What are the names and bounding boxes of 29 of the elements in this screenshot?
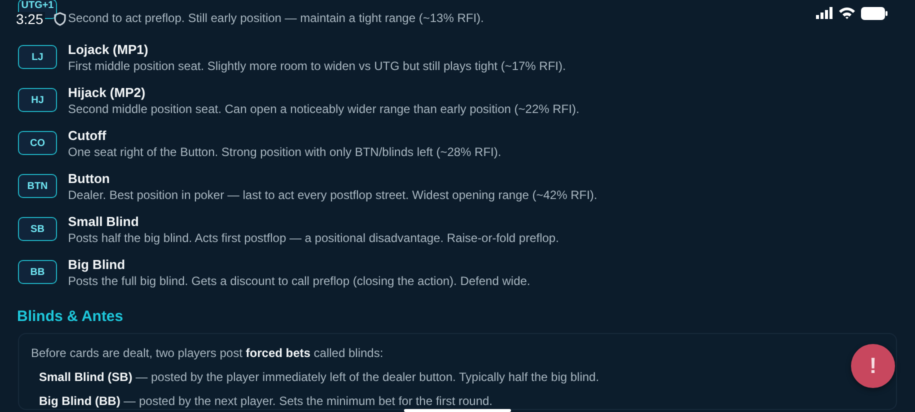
status-time: 3:25	[14, 12, 46, 26]
position-badge: CO	[18, 131, 57, 155]
section-heading: Blinds & Antes	[17, 307, 124, 327]
position-title: Lojack (MP1)	[68, 42, 150, 58]
blind-description: Big Blind (BB) — posted by the next player. Sets the minimum bet for the first round.	[38, 394, 494, 409]
position-badge: BTN	[18, 174, 57, 198]
position-description: Dealer. Best position in poker — last to act every postflop street. Widest opening range (~42% RFI).	[68, 188, 598, 203]
wifi-icon	[839, 7, 855, 19]
position-description: Second to act preflop. Still early position — maintain a tight range (~13% RFI).	[68, 11, 484, 26]
position-description: One seat right of the Button. Strong position with only BTN/blinds left (~28% RFI).	[68, 145, 502, 160]
position-description: Second middle position seat. Can open a noticeably wider range than early position (~22% RFI).	[68, 102, 580, 117]
position-badge: HJ	[18, 88, 57, 112]
blind-description: Small Blind (SB) — posted by the player immediately left of the dealer button. Typically half the big blind.	[38, 370, 600, 385]
position-title: Hijack (MP2)	[68, 85, 146, 101]
position-title: Cutoff	[68, 128, 108, 144]
position-title: Button	[68, 171, 111, 187]
shield-icon	[54, 12, 66, 26]
position-description: Posts the full big blind. Gets a discount to call preflop (closing the action). Defend wide.	[68, 274, 530, 289]
intro-text: Before cards are dealt, two players post forced bets called blinds:	[31, 346, 384, 361]
position-badge: LJ	[18, 45, 57, 69]
position-description: Posts half the big blind. Acts first postflop — a positional disadvantage. Raise-or-fold preflop.	[68, 231, 559, 246]
position-badge: SB	[18, 217, 57, 241]
position-badge: BB	[18, 260, 57, 284]
signal-icon	[816, 7, 833, 19]
position-description: First middle position seat. Slightly more room to widen vs UTG but still plays tight (~17% RFI).	[68, 59, 566, 74]
battery-icon	[861, 6, 888, 20]
home-indicator[interactable]	[404, 409, 511, 412]
position-title: Small Blind	[68, 214, 140, 230]
position-title: Big Blind	[68, 257, 126, 273]
